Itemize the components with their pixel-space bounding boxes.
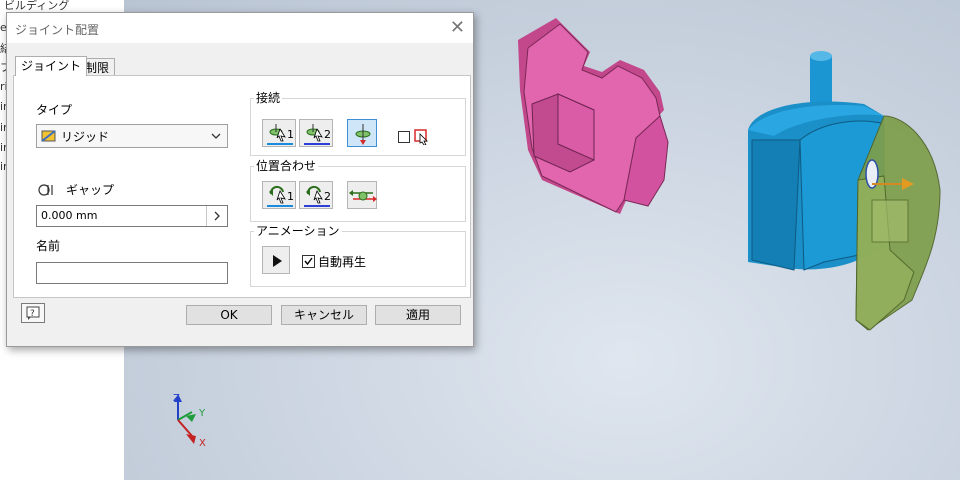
rigid-joint-icon [41,130,56,142]
align-1-button[interactable]: 1 [262,181,296,209]
name-input[interactable] [36,262,228,284]
autoplay-checkbox[interactable] [302,255,315,268]
invert-alignment-button[interactable] [347,181,377,209]
type-label: タイプ [36,103,73,117]
tab-joint[interactable]: ジョイント [15,56,88,76]
button-subscript: 1 [287,128,294,141]
type-select[interactable]: リジッド [36,124,228,148]
connect-group-title: 接続 [254,89,283,106]
preview-checkbox[interactable] [398,131,410,143]
flip-component-button[interactable] [347,119,377,147]
align-group-title: 位置合わせ [254,157,319,174]
axis-x-label: X [199,438,206,449]
type-value: リジッド [61,130,110,144]
name-label: 名前 [36,239,61,253]
axis-z-label: Z [173,393,180,404]
help-button[interactable]: ? [21,303,45,323]
title-bar[interactable]: ジョイント配置 ✕ [7,13,473,43]
play-button[interactable] [262,246,290,274]
browser-row-text: ビルディング [4,0,70,12]
gap-expand-button[interactable] [206,206,227,226]
chevron-right-icon [214,211,220,221]
button-subscript: 2 [324,190,331,203]
connect-origin-1-button[interactable]: 1 [262,119,296,147]
svg-text:?: ? [30,309,35,319]
gap-icon [38,184,53,196]
connect-origin-2-button[interactable]: 2 [299,119,333,147]
invert-alignment-icon [349,190,377,202]
chevron-down-icon [211,133,221,139]
flip-icon [355,124,371,145]
cancel-button[interactable]: キャンセル [281,305,367,325]
align-2-button[interactable]: 2 [299,181,333,209]
dialog-title: ジョイント配置 [15,23,100,37]
joint-tab-panel: タイプ リジッド ギャップ 0.000 mm 名前 接続 1 2 位置合わせ 1… [13,75,471,298]
close-icon[interactable]: ✕ [450,17,465,38]
help-icon: ? [26,306,40,320]
button-subscript: 2 [324,128,331,141]
apply-button[interactable]: 適用 [375,305,461,325]
gap-label: ギャップ [66,183,115,197]
gap-input[interactable]: 0.000 mm [36,205,228,227]
checkmark-icon [304,257,313,266]
gap-value: 0.000 mm [41,209,98,222]
autoplay-label: 自動再生 [318,255,367,269]
play-icon [273,255,282,267]
place-joint-dialog: ジョイント配置 ✕ ジョイント 制限 タイプ リジッド ギャップ 0.000 m… [6,12,474,347]
ok-button[interactable]: OK [186,305,272,325]
shaft[interactable] [810,51,832,106]
animation-group-title: アニメーション [254,222,342,239]
pink-part[interactable] [518,18,669,214]
button-subscript: 1 [287,190,294,203]
component-preview-icon [414,129,428,145]
axis-y-label: Y [199,408,206,419]
